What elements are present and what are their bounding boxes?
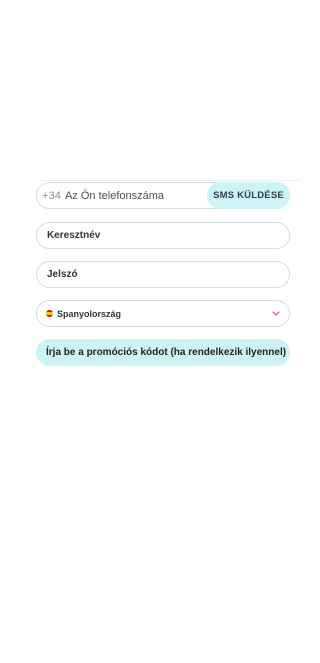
password-input[interactable]: Jelszó [47,269,78,280]
first-name-input[interactable]: Keresztnév [47,230,100,241]
first-name-field[interactable]: Keresztnév [36,222,290,249]
divider [38,180,300,181]
chevron-down-icon[interactable] [269,307,283,321]
promo-code-button[interactable]: Írja be a promóciós kódot (ha rendelkezi… [36,339,290,366]
country-select[interactable]: Spanyolország [36,300,290,327]
country-selected-value: Spanyolország [57,308,122,319]
registration-page: +34 Az Ön telefonszáma SMS KÜLDÉSE Keres… [0,0,320,663]
phone-field[interactable]: +34 Az Ön telefonszáma SMS KÜLDÉSE [36,182,290,209]
send-sms-button[interactable]: SMS KÜLDÉSE [207,182,290,209]
promo-code-label: Írja be a promóciós kódot (ha rendelkezi… [46,347,287,358]
spain-flag-icon [46,310,53,317]
country-code-prefix: +34 [42,189,61,202]
password-field[interactable]: Jelszó [36,261,290,288]
